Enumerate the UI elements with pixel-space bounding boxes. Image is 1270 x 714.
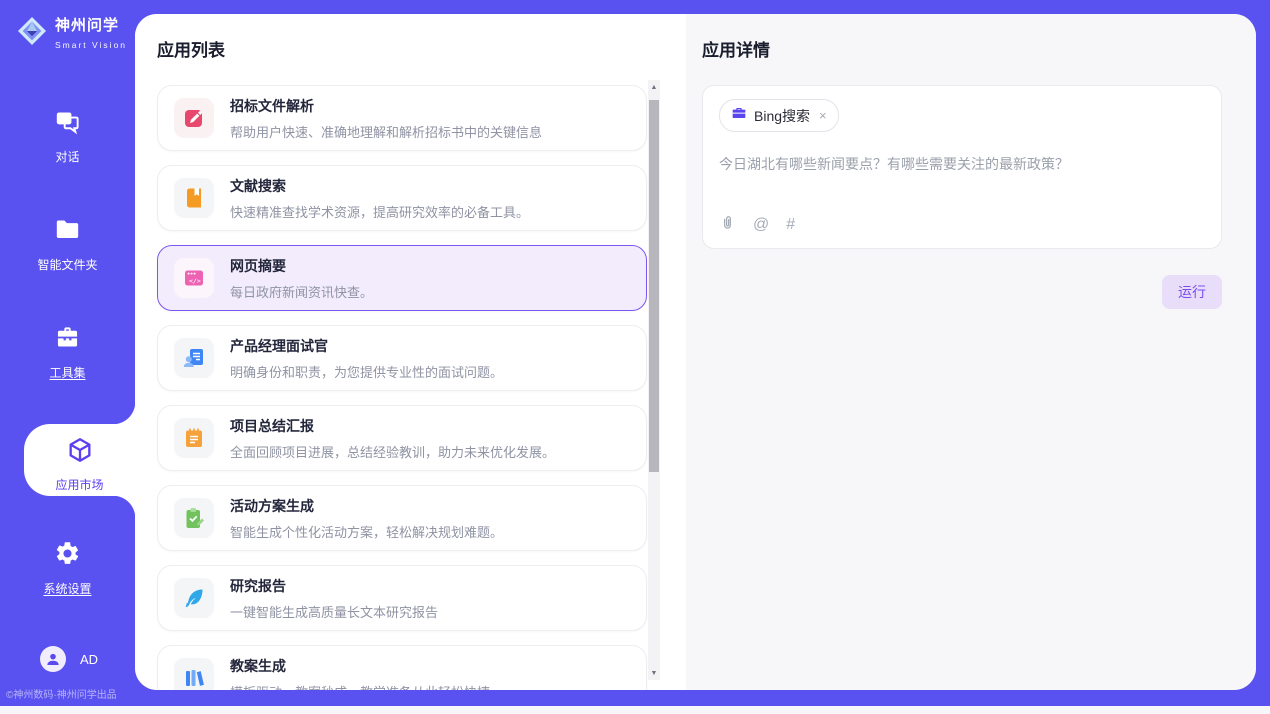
list-item-lesson-plan[interactable]: 教案生成 模板驱动，教案秒成，教学准备从此轻松快捷 [157,645,647,690]
app-list-panel: 应用列表 招标文件解析 帮助用户快速、准确地理解和解析招标书中的关键信息 文献搜… [135,14,686,690]
sidebar-item-app-market[interactable]: 应用市场 [24,424,135,496]
app-title: 网页摘要 [230,256,373,276]
tag-close-icon[interactable]: × [819,108,827,123]
mention-icon[interactable]: @ [753,216,769,234]
sidebar-item-label: 应用市场 [24,476,135,493]
app-list-title: 应用列表 [157,36,686,61]
prompt-input-card[interactable]: Bing搜索 × 今日湖北有哪些新闻要点？有哪些需要关注的最新政策？ @ # [702,85,1222,249]
main-content: 应用列表 招标文件解析 帮助用户快速、准确地理解和解析招标书中的关键信息 文献搜… [135,14,1256,690]
app-title: 招标文件解析 [230,96,542,116]
logo-diamond-icon [16,15,48,52]
hashtag-icon[interactable]: # [786,216,795,234]
chat-icon [0,108,135,140]
sidebar-item-label: 系统设置 [0,580,135,597]
copyright-text: ©神州数码·神州问学出品 [6,686,117,701]
cube-icon [66,451,94,468]
app-title: 项目总结汇报 [230,416,555,436]
query-text[interactable]: 今日湖北有哪些新闻要点？有哪些需要关注的最新政策？ [719,154,1205,175]
app-title: 研究报告 [230,576,438,596]
note-icon [174,418,214,458]
user-name: AD [80,652,98,667]
sidebar-item-label: 工具集 [0,364,135,381]
sidebar-item-smart-folder[interactable]: 智能文件夹 [0,216,135,273]
app-desc: 模板驱动，教案秒成，教学准备从此轻松快捷 [230,682,490,691]
list-item-bid-parse[interactable]: 招标文件解析 帮助用户快速、准确地理解和解析招标书中的关键信息 [157,85,647,151]
app-desc: 帮助用户快速、准确地理解和解析招标书中的关键信息 [230,122,542,141]
sidebar: 神州问学 Smart Vision 对话 智能文件夹 工具集 应用市场 系统设置 [0,0,135,714]
scrollbar-thumb[interactable] [649,100,659,472]
book-icon [174,178,214,218]
scroll-down-icon[interactable]: ▼ [648,666,660,680]
app-desc: 快速精准查找学术资源，提高研究效率的必备工具。 [230,202,529,221]
toolbox-icon [0,324,135,356]
list-item-pm-interviewer[interactable]: 产品经理面试官 明确身份和职责，为您提供专业性的面试问题。 [157,325,647,391]
interview-doc-icon [174,338,214,378]
sidebar-item-settings[interactable]: 系统设置 [0,540,135,597]
quill-icon [174,578,214,618]
svg-text:</>: </> [189,277,201,285]
sidebar-item-label: 智能文件夹 [0,256,135,273]
app-desc: 全面回顾项目进展，总结经验教训，助力未来优化发展。 [230,442,555,461]
list-item-research-report[interactable]: 研究报告 一键智能生成高质量长文本研究报告 [157,565,647,631]
app-desc: 明确身份和职责，为您提供专业性的面试问题。 [230,362,503,381]
list-item-event-plan[interactable]: 活动方案生成 智能生成个性化活动方案，轻松解决规划难题。 [157,485,647,551]
list-item-literature-search[interactable]: 文献搜索 快速精准查找学术资源，提高研究效率的必备工具。 [157,165,647,231]
app-title: 教案生成 [230,656,490,676]
input-tools-row: @ # [719,214,1205,236]
briefcase-icon [731,105,747,126]
tool-tag-label: Bing搜索 [754,106,810,126]
app-title: 活动方案生成 [230,496,503,516]
scrollbar-track[interactable]: ▲ ▼ [648,80,660,680]
paperclip-icon[interactable] [719,214,736,236]
app-desc: 一键智能生成高质量长文本研究报告 [230,602,438,621]
app-desc: 智能生成个性化活动方案，轻松解决规划难题。 [230,522,503,541]
app-detail-title: 应用详情 [702,36,1222,61]
list-item-web-summary[interactable]: </> 网页摘要 每日政府新闻资讯快查。 [157,245,647,311]
sidebar-item-chat[interactable]: 对话 [0,108,135,165]
edit-square-icon [174,98,214,138]
sidebar-item-label: 对话 [0,148,135,165]
tool-tag-bing-search[interactable]: Bing搜索 × [719,99,839,132]
books-icon [174,658,214,690]
user-account[interactable]: AD [40,646,98,672]
run-button[interactable]: 运行 [1162,275,1222,309]
brand-name: 神州问学 [55,17,119,34]
window-bottom-strip [0,706,1270,714]
app-detail-panel: 应用详情 Bing搜索 × 今日湖北有哪些新闻要点？有哪些需要关注的最新政策？ … [686,14,1256,690]
folder-icon [0,216,135,248]
avatar [40,646,66,672]
app-desc: 每日政府新闻资讯快查。 [230,282,373,301]
app-logo: 神州问学 Smart Vision [16,14,135,53]
brand-subtitle: Smart Vision [55,40,127,50]
sidebar-item-toolset[interactable]: 工具集 [0,324,135,381]
list-item-project-summary[interactable]: 项目总结汇报 全面回顾项目进展，总结经验教训，助力未来优化发展。 [157,405,647,471]
clipboard-check-icon [174,498,214,538]
browser-code-icon: </> [174,258,214,298]
scroll-up-icon[interactable]: ▲ [648,80,660,94]
app-list: 招标文件解析 帮助用户快速、准确地理解和解析招标书中的关键信息 文献搜索 快速精… [157,85,647,690]
gear-icon [0,540,135,572]
app-title: 产品经理面试官 [230,336,503,356]
app-title: 文献搜索 [230,176,529,196]
